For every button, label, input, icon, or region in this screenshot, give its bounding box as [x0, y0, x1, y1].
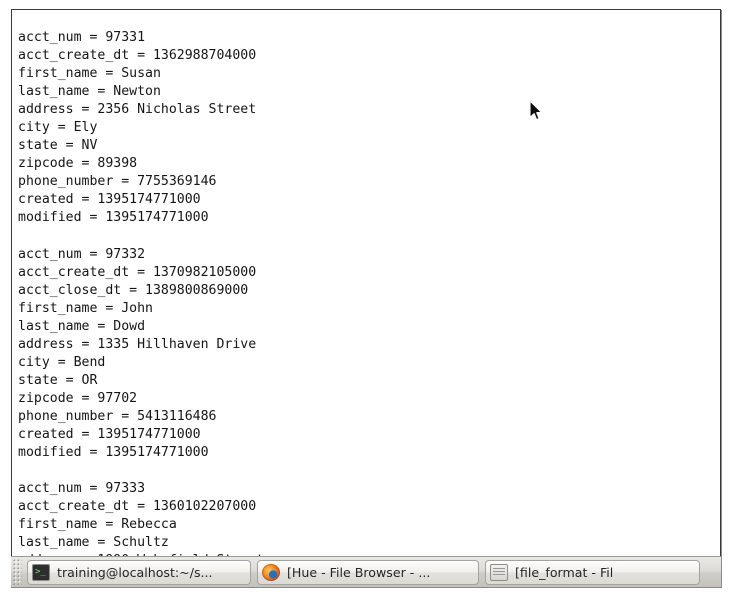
terminal-line: state = OR: [18, 372, 98, 388]
terminal-line: last_name = Schultz: [18, 535, 169, 551]
terminal-line: address = 2356 Nicholas Street: [18, 102, 257, 118]
taskbar-button-label: [file_format - Fil: [515, 564, 614, 580]
terminal-line: created = 1395174771000: [18, 427, 201, 443]
taskbar-button-terminal[interactable]: training@localhost:~/s...: [27, 559, 251, 585]
terminal-line: acct_create_dt = 1360102207000: [18, 499, 257, 515]
terminal-line: zipcode = 97702: [18, 390, 138, 406]
terminal-line: acct_create_dt = 1370982105000: [18, 264, 257, 280]
terminal-line: state = NV: [18, 138, 98, 154]
terminal-line: first_name = Rebecca: [18, 517, 177, 533]
taskbar: training@localhost:~/s... [Hue - File Br…: [11, 556, 721, 588]
terminal-line: first_name = Susan: [18, 66, 161, 82]
terminal-line: created = 1395174771000: [18, 192, 201, 208]
terminal-output[interactable]: acct_num = 97331 acct_create_dt = 1362988…: [18, 29, 718, 586]
taskbar-button-file-format[interactable]: [file_format - Fil: [485, 559, 700, 585]
firefox-icon: [262, 563, 280, 581]
terminal-line: city = Bend: [18, 354, 106, 370]
terminal-line: acct_num = 97332: [18, 246, 146, 262]
terminal-line: modified = 1395174771000: [18, 210, 209, 226]
taskbar-button-label: [Hue - File Browser - ...: [287, 564, 431, 580]
terminal-line: last_name = Newton: [18, 84, 161, 100]
terminal-line: acct_close_dt = 1389800869000: [18, 282, 249, 298]
terminal-window[interactable]: acct_num = 97331 acct_create_dt = 1362988…: [11, 9, 721, 587]
terminal-line: modified = 1395174771000: [18, 445, 209, 461]
terminal-line: phone_number = 5413116486: [18, 408, 217, 424]
terminal-icon: [32, 563, 50, 581]
taskbar-grip-handle[interactable]: [13, 559, 22, 585]
terminal-line: city = Ely: [18, 120, 98, 136]
terminal-line: address = 1335 Hillhaven Drive: [18, 336, 257, 352]
terminal-line: phone_number = 7755369146: [18, 174, 217, 190]
terminal-line: acct_num = 97331: [18, 30, 146, 45]
window-list-icon: [490, 563, 508, 581]
terminal-line: first_name = John: [18, 300, 153, 316]
terminal-line: zipcode = 89398: [18, 156, 138, 172]
terminal-line: acct_create_dt = 1362988704000: [18, 48, 257, 64]
taskbar-button-label: training@localhost:~/s...: [57, 564, 213, 580]
terminal-line: acct_num = 97333: [18, 481, 146, 497]
terminal-line: last_name = Dowd: [18, 318, 146, 334]
taskbar-button-hue-file-browser[interactable]: [Hue - File Browser - ...: [257, 559, 479, 585]
